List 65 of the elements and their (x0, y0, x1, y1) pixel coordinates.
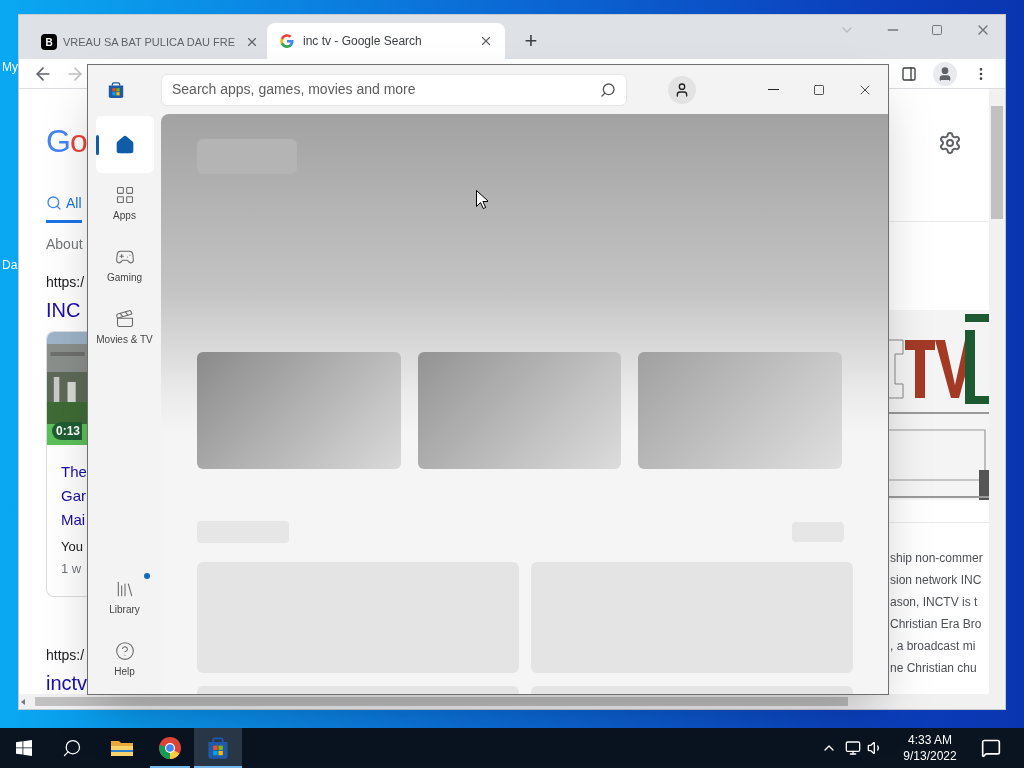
maximize-icon (813, 83, 825, 96)
video-title[interactable]: Gar (61, 484, 86, 508)
browser-logo-icon (158, 736, 182, 760)
store-icon (206, 736, 230, 760)
description-text: ason, INCTV is t (890, 594, 979, 611)
minimize-icon (767, 89, 779, 90)
browser-tab[interactable]: inc tv - Google Search (267, 23, 505, 59)
search-icon (46, 195, 62, 211)
new-tab-button[interactable]: + (517, 27, 545, 55)
google-logo-icon (279, 33, 295, 49)
tab-title: VREAU SA BAT PULICA DAU FRE (63, 34, 235, 50)
network-icon[interactable] (845, 740, 861, 756)
home-nav-button[interactable] (95, 116, 154, 173)
google-logo[interactable]: Go (46, 125, 87, 157)
grid-icon (114, 185, 135, 205)
person-icon (674, 81, 690, 98)
result-url: https:/ (46, 273, 85, 292)
nav-item[interactable]: Library (89, 567, 160, 629)
notification-icon[interactable] (981, 738, 1001, 758)
nav-item[interactable]: Movies & TV (89, 297, 160, 359)
nav-item[interactable]: Gaming (89, 235, 160, 297)
home-icon (114, 134, 135, 155)
taskbar-button[interactable] (194, 728, 242, 768)
nav-item[interactable]: Help (89, 629, 160, 691)
close-icon[interactable] (479, 34, 493, 48)
result-title-link[interactable]: INC (46, 298, 81, 322)
profile-avatar-icon[interactable] (933, 61, 957, 86)
search-tab[interactable]: All (46, 190, 82, 223)
video-duration: 0:13 (52, 422, 83, 440)
nav-item[interactable]: Apps (89, 173, 160, 235)
search-input[interactable]: Search apps, games, movies and more (172, 79, 600, 100)
result-title-link[interactable]: inctv (46, 671, 88, 695)
folder-icon (110, 738, 134, 758)
search-icon[interactable] (600, 81, 616, 98)
close-icon[interactable] (245, 35, 259, 49)
result-stats: About (46, 235, 83, 254)
video-title[interactable]: Mai (61, 508, 86, 532)
search-icon (62, 738, 82, 758)
site-favicon-icon: B (41, 34, 57, 50)
description-text: ship non-commer (890, 550, 984, 567)
maximize-icon[interactable] (931, 24, 943, 36)
video-title[interactable]: The (61, 460, 87, 484)
video-source: You (61, 538, 83, 556)
result-url: https:/ (46, 646, 85, 665)
tab-title: inc tv - Google Search (303, 33, 422, 50)
clapperboard-icon (114, 309, 135, 329)
side-panel-icon[interactable] (901, 65, 917, 82)
scroll-left-icon[interactable] (21, 698, 25, 705)
search-field[interactable]: Search apps, games, movies and more (161, 73, 627, 106)
account-icon[interactable] (668, 75, 696, 104)
person-icon (937, 65, 953, 82)
help-icon (114, 641, 135, 661)
description-text: sion network INC (890, 572, 983, 589)
description-text: ne Christian chu (890, 660, 978, 677)
settings-icon[interactable] (938, 131, 962, 155)
description-text: Christian Era Bro (890, 616, 983, 633)
video-age: 1 w (61, 560, 82, 578)
video-card[interactable]: 0:13 The Gar Mai You 1 w (46, 331, 87, 597)
cursor-icon (476, 190, 488, 209)
store-logo-icon (107, 80, 125, 99)
clock[interactable]: 4:33 AM 9/13/2022 (893, 732, 967, 764)
selection-indicator (95, 134, 99, 155)
description-text: , a broadcast mi (890, 638, 977, 655)
windows-logo-icon (16, 740, 32, 756)
vertical-scrollbar[interactable] (989, 89, 1005, 709)
